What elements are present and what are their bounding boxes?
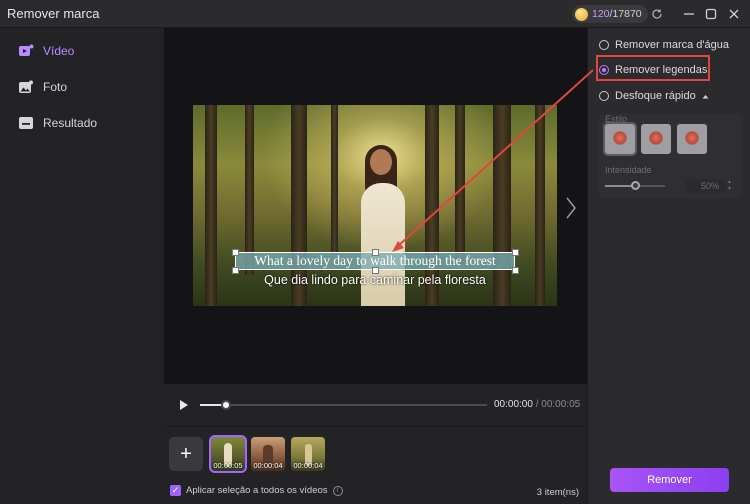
time-readout: 00:00:00 / 00:00:05 [494,399,581,410]
blur-style-swatch[interactable] [677,124,707,154]
add-video-button[interactable]: + [169,437,203,471]
apply-all-row: ✓ Aplicar seleção a todos os vídeos i [170,485,343,496]
radio-button[interactable] [599,91,609,101]
current-time: 00:00:00 [494,399,533,410]
video-thumbnail[interactable]: 00:00:04 [291,437,325,471]
photo-icon [17,78,35,96]
close-icon[interactable] [725,5,743,23]
style-label: Estilo [605,114,628,124]
progress-handle[interactable] [220,400,231,410]
option-label: Desfoque rápido [615,90,696,102]
refresh-icon[interactable] [648,5,666,23]
blur-style-swatch[interactable] [603,122,637,156]
option-quick-blur[interactable]: Desfoque rápido [599,90,709,102]
intensity-handle[interactable] [631,181,640,190]
option-remove-watermark[interactable]: Remover marca d'água [599,39,729,51]
sidebar: Vídeo Foto Resultado [0,28,164,504]
player-bar: 00:00:00 / 00:00:05 [164,384,587,426]
result-folder-icon [17,114,35,132]
remove-button[interactable]: Remover [610,468,729,492]
subtitle-english: What a lovely day to walk through the fo… [254,253,496,268]
apply-all-label[interactable]: Aplicar seleção a todos os vídeos [186,485,328,496]
coin-icon [575,7,588,21]
intensity-stepper[interactable]: ▲ ▼ [727,179,733,193]
video-thumbnail[interactable]: 00:00:04 [251,437,285,471]
sidebar-item-photo[interactable]: Foto [17,77,67,97]
chevron-right-icon[interactable] [564,196,578,220]
radio-button[interactable] [599,65,609,75]
option-label: Remover marca d'água [615,39,729,51]
info-icon[interactable]: i [332,485,343,496]
intensity-label: Intensidade [605,165,652,175]
thumbnail-duration: 00:00:04 [293,461,323,470]
chevron-up-icon[interactable] [702,90,709,102]
maximize-icon[interactable] [702,5,720,23]
title-bar: Remover marca 120/17870 [0,0,750,28]
options-panel: Remover marca d'água Remover legendas De… [587,28,750,504]
video-icon [17,42,35,60]
sidebar-item-label: Vídeo [43,44,75,58]
thumbnail-duration: 00:00:05 [213,461,243,470]
sidebar-item-label: Resultado [43,116,98,130]
credits-badge[interactable]: 120/17870 [572,5,648,23]
credits-used: 120 [592,8,610,20]
subtitle-portuguese: Que dia lindo para caminar pela floresta [264,273,486,287]
thumbnail-strip: + 00:00:05 00:00:04 00:00:04 ✓ Aplicar s… [164,426,587,504]
sidebar-item-label: Foto [43,80,68,94]
item-count: 3 item(ns) [536,487,579,498]
thumbnail-duration: 00:00:04 [253,461,283,470]
radio-button[interactable] [599,40,609,50]
app-title: Remover marca [7,6,100,21]
video-preview: What a lovely day to walk through the fo… [164,28,587,384]
option-remove-subtitles[interactable]: Remover legendas [599,64,707,76]
total-time: 00:00:05 [541,399,581,410]
minimize-icon[interactable] [680,5,698,23]
credits-total: /17870 [609,8,642,20]
intensity-value[interactable]: 50% [685,179,725,193]
option-label: Remover legendas [615,64,708,76]
sidebar-item-video[interactable]: Vídeo [17,41,74,61]
sidebar-item-result[interactable]: Resultado [17,113,97,133]
play-icon[interactable] [179,399,189,414]
intensity-slider[interactable] [605,181,665,190]
blur-style-swatch[interactable] [641,124,671,154]
progress-track[interactable] [200,400,487,410]
video-thumbnail[interactable]: 00:00:05 [209,435,247,473]
video-frame: What a lovely day to walk through the fo… [193,105,557,306]
apply-all-checkbox[interactable]: ✓ [170,485,181,496]
